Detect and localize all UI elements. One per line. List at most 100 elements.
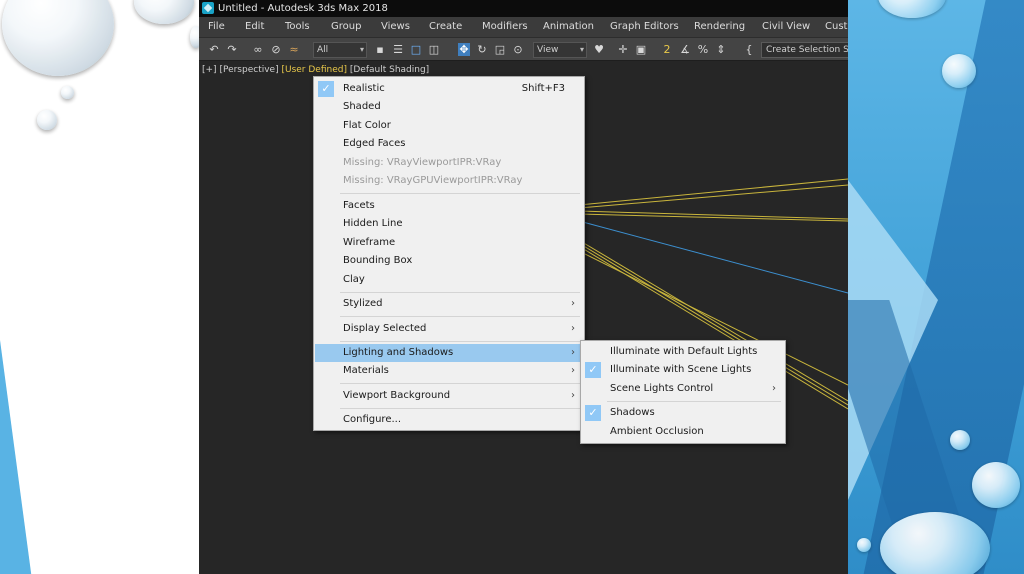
submenu-arrow-icon: › xyxy=(571,390,575,401)
water-drop-decoration xyxy=(942,54,976,88)
menu-item-bounding-box[interactable]: Bounding Box xyxy=(315,252,583,270)
placement-icon[interactable]: ⊙ xyxy=(512,43,524,56)
submenu-arrow-icon: › xyxy=(571,347,575,358)
menu-separator xyxy=(340,408,580,409)
water-drop-decoration xyxy=(61,86,74,99)
water-drop-decoration xyxy=(880,512,990,574)
menu-item-label: Stylized xyxy=(343,298,383,309)
menu-separator xyxy=(340,193,580,194)
window-crossing-icon[interactable]: ◫ xyxy=(428,43,440,56)
menu-item-illuminate-scene-lights[interactable]: ✓ Illuminate with Scene Lights xyxy=(582,361,784,379)
menu-item-shadows[interactable]: ✓ Shadows xyxy=(582,404,784,422)
pivot-icon[interactable]: ♥ xyxy=(593,43,605,56)
water-drop-decoration xyxy=(2,0,114,76)
menu-separator xyxy=(340,341,580,342)
menu-views[interactable]: Views xyxy=(381,17,410,37)
check-icon: ✓ xyxy=(585,362,601,378)
main-toolbar: ↶ ↷ ∞ ⊘ ≈ All ▪ ☰ □ ◫ ✥ ↻ ◲ ⊙ View ♥ ✛ ▣… xyxy=(199,37,848,61)
edit-named-selection-icon[interactable]: { xyxy=(743,43,755,56)
check-icon: ✓ xyxy=(318,81,334,97)
menu-item-lighting-and-shadows[interactable]: Lighting and Shadows › xyxy=(315,344,583,362)
menu-separator xyxy=(340,383,580,384)
move-icon[interactable]: ✥ xyxy=(458,43,470,56)
menu-graph-editors[interactable]: Graph Editors xyxy=(610,17,679,37)
menu-create[interactable]: Create xyxy=(429,17,462,37)
viewport-shading-menu: ✓ Realistic Shift+F3 Shaded Flat Color E… xyxy=(313,76,585,431)
spinner-snap-icon[interactable]: ⇕ xyxy=(715,43,727,56)
menu-item-hidden-line[interactable]: Hidden Line xyxy=(315,215,583,233)
3ds-max-window: Untitled - Autodesk 3ds Max 2018 File Ed… xyxy=(199,0,848,574)
menu-separator xyxy=(340,316,580,317)
scale-icon[interactable]: ◲ xyxy=(494,43,506,56)
menu-item-label: Shadows xyxy=(610,407,655,418)
menu-item-label: Lighting and Shadows xyxy=(343,347,454,358)
menu-item-clay[interactable]: Clay xyxy=(315,271,583,289)
menu-item-illuminate-default-lights[interactable]: Illuminate with Default Lights xyxy=(582,343,784,361)
menu-animation[interactable]: Animation xyxy=(543,17,594,37)
menu-item-missing-vray-gpu-viewport-ipr: Missing: VRayGPUViewportIPR:VRay xyxy=(343,175,523,186)
water-drop-decoration xyxy=(972,462,1020,508)
menu-item-label: Materials xyxy=(343,365,389,376)
menu-item-label: Realistic xyxy=(343,83,385,94)
menu-customize[interactable]: Custo xyxy=(825,17,848,37)
menu-group[interactable]: Group xyxy=(331,17,361,37)
submenu-arrow-icon: › xyxy=(571,323,575,334)
menu-separator xyxy=(607,401,781,402)
menu-item-shaded[interactable]: Shaded xyxy=(315,98,583,116)
menu-item-scene-lights-control[interactable]: Scene Lights Control › xyxy=(582,380,784,398)
rectangle-region-icon[interactable]: □ xyxy=(410,43,422,56)
redo-icon[interactable]: ↷ xyxy=(226,43,238,56)
menu-item-label: Display Selected xyxy=(343,323,427,334)
lighting-and-shadows-submenu: Illuminate with Default Lights ✓ Illumin… xyxy=(580,340,786,444)
menu-item-viewport-background[interactable]: Viewport Background › xyxy=(315,387,583,405)
menu-item-facets[interactable]: Facets xyxy=(315,197,583,215)
water-drop-decoration xyxy=(950,430,970,450)
select-object-icon[interactable]: ▪ xyxy=(374,43,386,56)
menu-item-missing-vray-viewport-ipr: Missing: VRayViewportIPR:VRay xyxy=(343,157,502,168)
keyboard-shortcut-icon[interactable]: ▣ xyxy=(635,43,647,56)
menu-item-wireframe[interactable]: Wireframe xyxy=(315,234,583,252)
select-by-name-icon[interactable]: ☰ xyxy=(392,43,404,56)
named-selection-set-field[interactable]: Create Selection Se xyxy=(761,42,848,58)
angle-snap-icon[interactable]: ∡ xyxy=(679,43,691,56)
submenu-arrow-icon: › xyxy=(571,298,575,309)
bind-spacewarp-icon[interactable]: ≈ xyxy=(288,43,300,56)
menu-bar: File Edit Tools Group Views Create Modif… xyxy=(199,17,848,37)
snap-toggle-icon[interactable]: 2 xyxy=(661,43,673,56)
shortcut-label: Shift+F3 xyxy=(521,83,565,94)
menu-separator xyxy=(340,292,580,293)
menu-item-label: Viewport Background xyxy=(343,390,451,401)
menu-file[interactable]: File xyxy=(208,17,225,37)
undo-icon[interactable]: ↶ xyxy=(208,43,220,56)
3ds-max-app-icon xyxy=(202,2,214,14)
select-manipulate-icon[interactable]: ✛ xyxy=(617,43,629,56)
unlink-icon[interactable]: ⊘ xyxy=(270,43,282,56)
rotate-icon[interactable]: ↻ xyxy=(476,43,488,56)
menu-tools[interactable]: Tools xyxy=(285,17,310,37)
menu-item-realistic[interactable]: ✓ Realistic Shift+F3 xyxy=(315,80,583,98)
check-icon: ✓ xyxy=(585,405,601,421)
menu-civil-view[interactable]: Civil View xyxy=(762,17,810,37)
menu-item-ambient-occlusion[interactable]: Ambient Occlusion xyxy=(582,423,784,441)
menu-item-materials[interactable]: Materials › xyxy=(315,362,583,380)
percent-snap-icon[interactable]: % xyxy=(697,43,709,56)
water-drop-decoration xyxy=(37,110,57,130)
menu-item-label: Illuminate with Scene Lights xyxy=(610,364,752,375)
menu-rendering[interactable]: Rendering xyxy=(694,17,745,37)
menu-item-configure[interactable]: Configure... xyxy=(315,411,583,429)
link-icon[interactable]: ∞ xyxy=(252,43,264,56)
menu-modifiers[interactable]: Modifiers xyxy=(482,17,528,37)
selection-filter-dropdown[interactable]: All xyxy=(313,42,367,58)
menu-item-stylized[interactable]: Stylized › xyxy=(315,295,583,313)
title-bar: Untitled - Autodesk 3ds Max 2018 xyxy=(199,0,848,17)
slide-left-stripe xyxy=(0,340,32,574)
submenu-arrow-icon: › xyxy=(571,365,575,376)
menu-item-edged-faces[interactable]: Edged Faces xyxy=(315,135,583,153)
water-drop-decoration xyxy=(134,0,194,24)
menu-edit[interactable]: Edit xyxy=(245,17,264,37)
submenu-arrow-icon: › xyxy=(772,383,776,394)
menu-item-display-selected[interactable]: Display Selected › xyxy=(315,320,583,338)
menu-item-flat-color[interactable]: Flat Color xyxy=(315,117,583,135)
water-drop-decoration xyxy=(857,538,871,552)
reference-coordinate-dropdown[interactable]: View xyxy=(533,42,587,58)
